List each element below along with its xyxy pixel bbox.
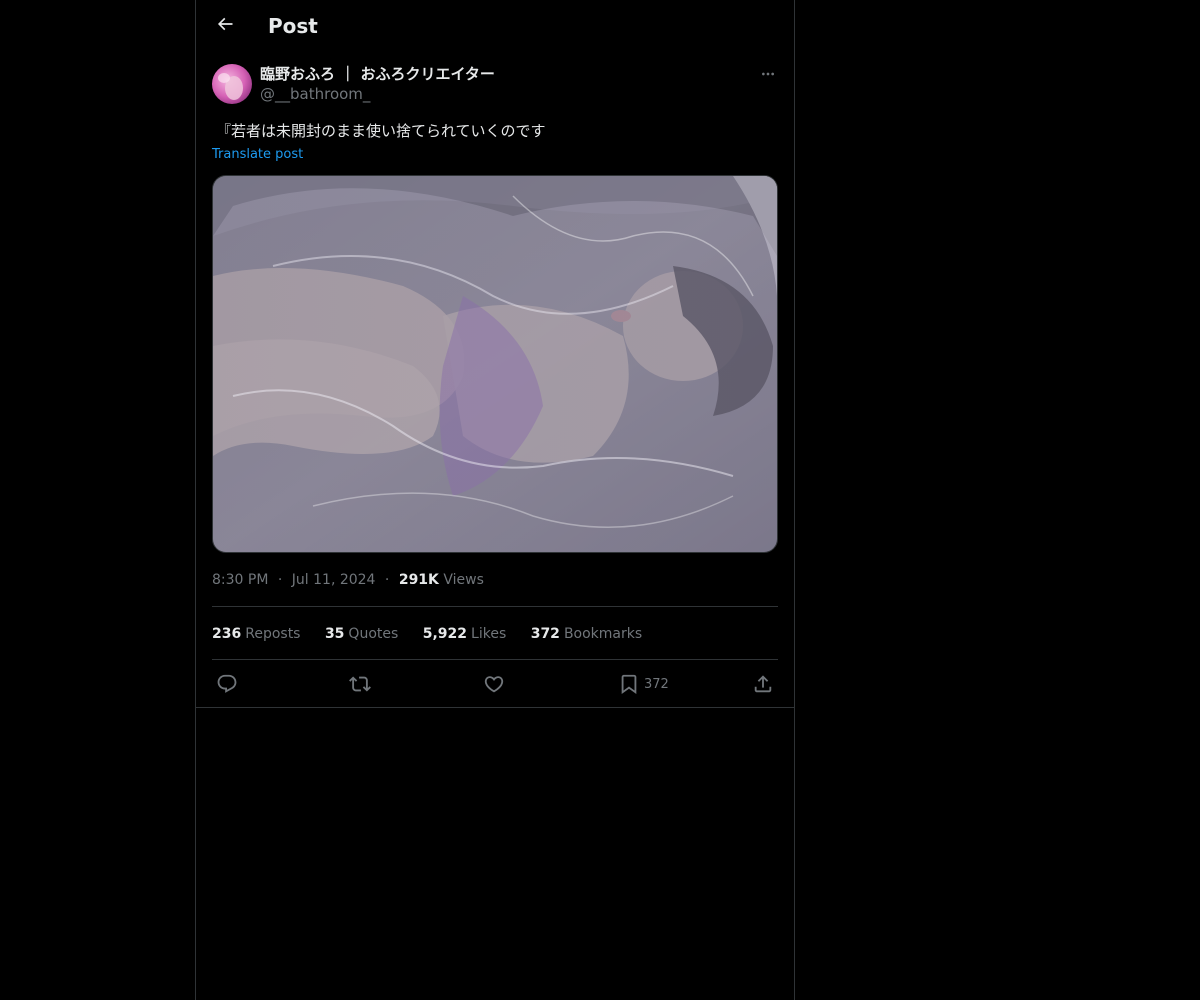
arrow-left-icon [215, 14, 235, 38]
post-image[interactable] [212, 175, 778, 553]
bookmark-count: 372 [644, 676, 669, 692]
author-display-name[interactable]: 臨野おふろ ｜ おふろクリエイター [260, 64, 495, 84]
repost-button[interactable] [349, 670, 371, 698]
quotes-count: 35 [324, 626, 345, 642]
bookmark-icon [618, 673, 640, 695]
post-time[interactable]: 8:30 PM [212, 572, 268, 588]
stat-likes[interactable]: 5,922 Likes [423, 624, 507, 644]
stat-reposts[interactable]: 236 Reposts [212, 624, 300, 644]
translate-post-link[interactable]: Translate post [212, 146, 303, 164]
back-button[interactable] [208, 9, 242, 43]
post-meta: 8:30 PM · Jul 11, 2024 · 291K Views [212, 570, 484, 590]
views-label: Views [443, 572, 484, 588]
stat-bookmarks[interactable]: 372 Bookmarks [531, 624, 642, 644]
meta-separator: · [384, 572, 390, 588]
share-button[interactable] [752, 670, 774, 698]
post-column: Post 臨野おふろ ｜ おふろクリエイター @__bathroom_ 『若者は… [195, 0, 795, 1000]
repost-icon [349, 673, 371, 695]
bookmarks-count: 372 [530, 626, 560, 642]
action-bar: 372 [212, 670, 778, 698]
like-button[interactable] [483, 670, 505, 698]
reply-icon [216, 673, 238, 695]
top-bar: Post [196, 0, 794, 53]
likes-label: Likes [471, 626, 507, 642]
divider [212, 659, 778, 660]
post-text: 『若者は未開封のまま使い捨てられていくのです [216, 122, 546, 140]
author-handle[interactable]: @__bathroom_ [260, 84, 495, 104]
avatar[interactable] [212, 64, 252, 104]
reposts-label: Reposts [245, 626, 301, 642]
likes-count: 5,922 [422, 626, 468, 642]
divider [212, 606, 778, 607]
reply-button[interactable] [216, 670, 238, 698]
reposts-count: 236 [212, 626, 242, 642]
more-dots-icon [760, 66, 776, 86]
share-icon [752, 673, 774, 695]
meta-separator: · [277, 572, 283, 588]
post-bottom-border [196, 707, 794, 708]
post-date[interactable]: Jul 11, 2024 [292, 572, 376, 588]
bookmark-button[interactable]: 372 [618, 670, 669, 698]
author-block: 臨野おふろ ｜ おふろクリエイター @__bathroom_ [260, 64, 495, 104]
more-options-button[interactable] [758, 66, 778, 86]
views-count: 291K [398, 572, 439, 588]
quotes-label: Quotes [348, 626, 399, 642]
stat-quotes[interactable]: 35 Quotes [325, 624, 398, 644]
heart-icon [483, 673, 505, 695]
post-stats: 236 Reposts 35 Quotes 5,922 Likes 372 Bookma… [212, 624, 662, 644]
page-title: Post [268, 14, 318, 38]
bookmarks-label: Bookmarks [563, 626, 643, 642]
